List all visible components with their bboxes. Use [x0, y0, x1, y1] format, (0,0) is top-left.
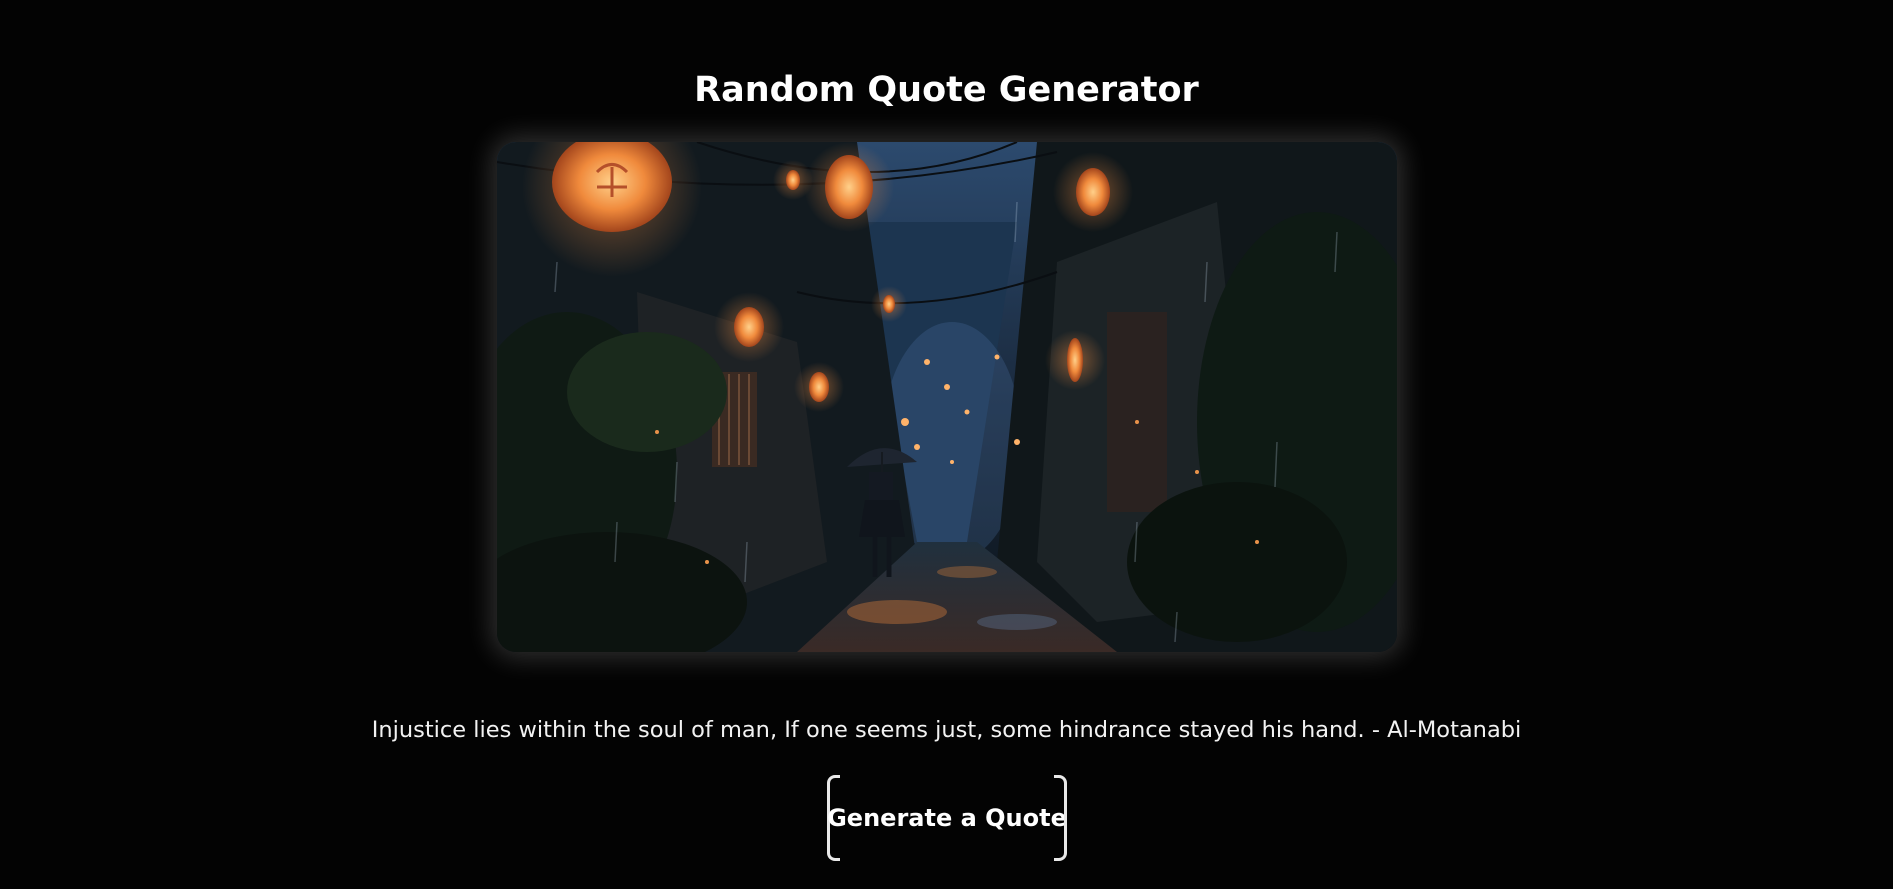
rainy-alley-illustration — [497, 142, 1397, 652]
page-title: Random Quote Generator — [694, 70, 1199, 110]
hero-image — [497, 142, 1397, 652]
generate-quote-label: Generate a Quote — [827, 804, 1067, 832]
right-bracket-decoration — [1054, 775, 1067, 861]
page: Random Quote Generator Injustice lies wi… — [0, 0, 1893, 889]
quote-text: Injustice lies within the soul of man, I… — [371, 717, 1522, 743]
generate-quote-button[interactable]: Generate a Quote — [827, 775, 1067, 861]
